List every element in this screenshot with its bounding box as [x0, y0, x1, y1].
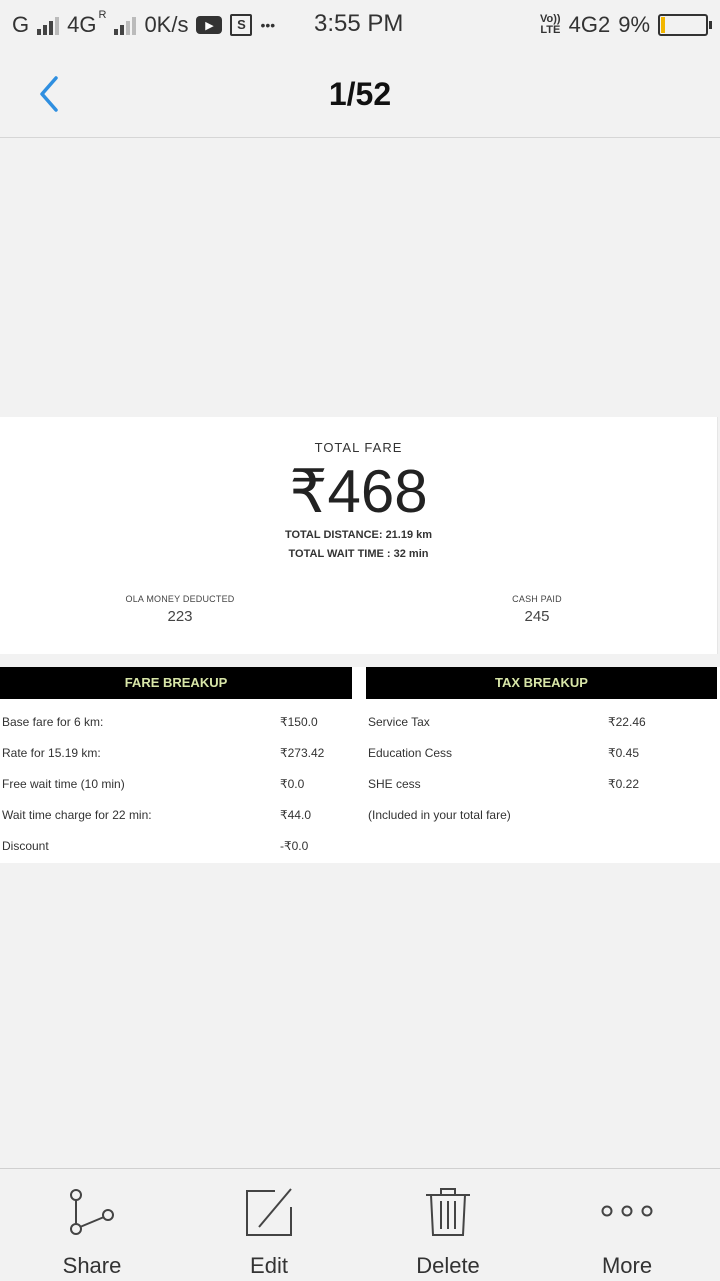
tax-note: (Included in your total fare) — [368, 808, 511, 822]
youtube-icon: ▶ — [196, 16, 223, 34]
clock: 3:55 PM — [314, 10, 404, 37]
status-bar: G 4G R 0K/s ▶ S ••• 3:55 PM Vo)) LTE 4G2… — [0, 0, 720, 50]
breakup-section: FARE BREAKUP TAX BREAKUP Base fare for 6… — [0, 667, 720, 863]
status-left: G 4G R 0K/s ▶ S ••• — [12, 9, 276, 38]
fare-row-value: ₹150.0 — [280, 715, 318, 729]
header: 1/52 — [0, 50, 720, 138]
more-icon — [601, 1205, 653, 1217]
signal2-icon — [114, 15, 137, 35]
speed-label: 0K/s — [144, 12, 189, 37]
status-right: Vo)) LTE 4G2 9% — [540, 12, 712, 38]
battery-percent: 9% — [618, 12, 650, 37]
more-label: More — [601, 1253, 653, 1278]
edit-icon — [246, 1188, 292, 1236]
fare-row-value: ₹273.42 — [280, 746, 325, 760]
volte-bottom: LTE — [540, 24, 561, 36]
fare-row-label: Free wait time (10 min) — [2, 777, 125, 791]
share-label: Share — [62, 1253, 122, 1278]
tax-row-label: SHE cess — [368, 777, 421, 791]
more-dots-icon: ••• — [260, 17, 276, 33]
total-distance: TOTAL DISTANCE: 21.19 km — [284, 529, 433, 541]
roaming-label: R — [98, 9, 107, 21]
fare-row-label: Discount — [2, 839, 49, 853]
cash-paid-value: 245 — [524, 608, 550, 625]
cash-paid-block: CASH PAID 245 — [457, 594, 617, 625]
tax-row-value: ₹0.45 — [608, 746, 639, 760]
tax-row-label: Service Tax — [368, 715, 430, 729]
network-label: 4G2 — [568, 12, 611, 37]
ola-money-label: OLA MONEY DEDUCTED — [125, 594, 235, 604]
fare-row-value: -₹0.0 — [280, 839, 309, 853]
tax-row-value: ₹22.46 — [608, 715, 646, 729]
edit-button[interactable]: Edit — [199, 1169, 339, 1281]
fare-breakup-header: FARE BREAKUP — [0, 667, 352, 699]
carrier1-label: G — [12, 12, 30, 37]
fare-row-label: Base fare for 6 km: — [2, 715, 104, 729]
volte-icon: Vo)) LTE — [540, 14, 561, 36]
receipt-image: TOTAL FARE ₹468 TOTAL DISTANCE: 21.19 km… — [0, 417, 720, 863]
trash-icon — [426, 1188, 470, 1236]
edit-label: Edit — [250, 1253, 288, 1278]
tax-breakup-header: TAX BREAKUP — [366, 667, 717, 699]
bottom-toolbar: Share Edit Delete More — [0, 1168, 720, 1280]
tax-row-label: Education Cess — [368, 746, 453, 760]
delete-button[interactable]: Delete — [378, 1169, 518, 1281]
battery-fill — [661, 17, 665, 33]
signal-icon — [37, 15, 60, 35]
total-fare-label: TOTAL FARE — [314, 440, 403, 455]
fare-row-label: Rate for 15.19 km: — [2, 746, 101, 760]
fare-row-value: ₹0.0 — [280, 777, 305, 791]
total-fare-amount: ₹468 — [289, 458, 428, 525]
fare-summary: TOTAL FARE ₹468 TOTAL DISTANCE: 21.19 km… — [0, 417, 718, 654]
share-button[interactable]: Share — [22, 1169, 162, 1281]
carrier2-label: 4G — [67, 12, 97, 37]
ola-money-value: 223 — [167, 608, 193, 625]
more-button[interactable]: More — [557, 1169, 697, 1281]
page-counter: 1/52 — [328, 76, 392, 112]
total-wait-time: TOTAL WAIT TIME : 32 min — [288, 548, 429, 560]
cash-paid-label: CASH PAID — [512, 594, 562, 604]
fare-row-label: Wait time charge for 22 min: — [2, 808, 152, 822]
delete-label: Delete — [416, 1253, 480, 1278]
fare-row-value: ₹44.0 — [280, 808, 311, 822]
tax-row-value: ₹0.22 — [608, 777, 639, 791]
s-icon: S — [230, 14, 253, 36]
share-icon — [70, 1189, 114, 1235]
battery-icon — [658, 14, 712, 36]
ola-money-block: OLA MONEY DEDUCTED 223 — [100, 594, 260, 625]
